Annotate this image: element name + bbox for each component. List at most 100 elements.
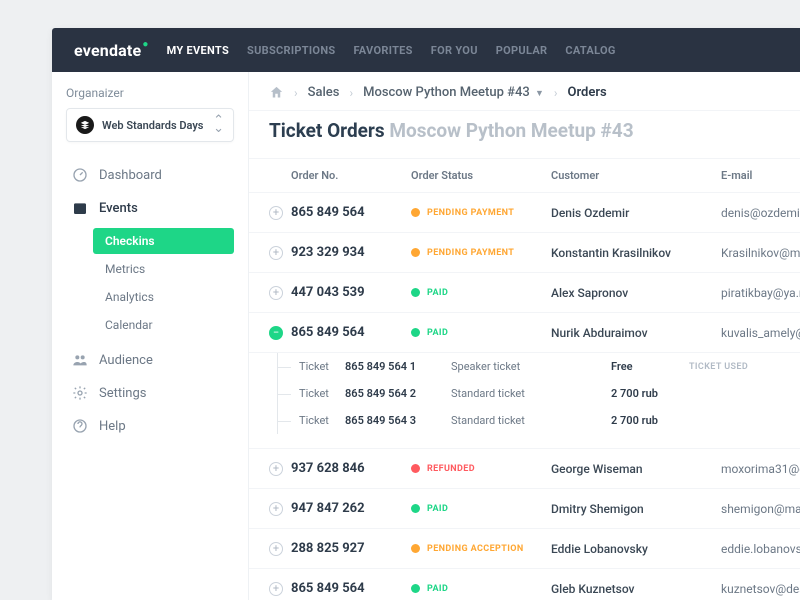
expand-toggle[interactable]: +	[269, 462, 283, 476]
submenu-item-checkins[interactable]: Checkins	[93, 228, 234, 254]
order-status: PENDING PAYMENT	[411, 248, 551, 258]
customer-name: Denis Ozdemir	[551, 206, 721, 220]
sidebar-item-events[interactable]: Events	[66, 193, 234, 223]
submenu-item-calendar[interactable]: Calendar	[93, 312, 234, 338]
status-dot-icon	[411, 584, 420, 593]
status-dot-icon	[411, 464, 420, 473]
order-number: 923 329 934	[291, 245, 411, 260]
ticket-label: Ticket	[299, 387, 345, 400]
expand-toggle[interactable]: +	[269, 542, 283, 556]
status-dot-icon	[411, 288, 420, 297]
submenu-item-analytics[interactable]: Analytics	[93, 284, 234, 310]
table-row[interactable]: +947 847 262PAIDDmitry Shemigonshemigon@…	[249, 489, 800, 529]
ticket-row[interactable]: Ticket865 849 564 2Standard ticket2 700 …	[269, 380, 780, 407]
status-dot-icon	[411, 328, 420, 337]
sidebar-item-settings[interactable]: Settings	[66, 378, 234, 408]
sidebar: Organaizer Web Standards Days ⌃⌄ Dashboa…	[52, 72, 248, 600]
table-row[interactable]: +865 849 564PENDING PAYMENTDenis Ozdemir…	[249, 193, 800, 233]
ticket-row[interactable]: Ticket865 849 564 1Speaker ticketFreeTIC…	[269, 353, 780, 380]
breadcrumb-event[interactable]: Moscow Python Meetup #43 ▼	[363, 85, 544, 100]
status-text: PAID	[427, 288, 448, 298]
expand-toggle[interactable]: +	[269, 286, 283, 300]
breadcrumb-current: Orders	[567, 85, 606, 100]
expand-toggle[interactable]: −	[269, 326, 283, 340]
customer-email: kuvalis_amely@mail.com	[721, 326, 800, 340]
order-status: PENDING ACCEPTION	[411, 544, 551, 554]
expand-toggle[interactable]: +	[269, 246, 283, 260]
org-icon	[76, 116, 94, 134]
status-dot-icon	[411, 504, 420, 513]
customer-email: piratikbay@ya.ru	[721, 286, 800, 300]
nav-link[interactable]: FOR YOU	[431, 44, 478, 57]
order-number: 865 849 564	[291, 325, 411, 340]
ticket-label: Ticket	[299, 414, 345, 427]
sidebar-label: Dashboard	[99, 168, 162, 183]
table-row[interactable]: +865 849 564PAIDGleb Kuznetsovkuznetsov@…	[249, 569, 800, 600]
ticket-id: 865 849 564 3	[345, 414, 451, 427]
customer-email: denis@ozdemir.com	[721, 206, 800, 220]
col-customer[interactable]: Customer	[551, 169, 721, 182]
customer-name: Konstantin Krasilnikov	[551, 246, 721, 260]
order-status: REFUNDED	[411, 464, 551, 474]
ticket-row[interactable]: Ticket865 849 564 3Standard ticket2 700 …	[269, 407, 780, 434]
expand-toggle[interactable]: +	[269, 502, 283, 516]
expand-toggle[interactable]: +	[269, 206, 283, 220]
ticket-type: Standard ticket	[451, 414, 611, 427]
order-number: 947 847 262	[291, 501, 411, 516]
table-row[interactable]: −865 849 564 PAID Nurik Abduraimovkuvalis_…	[249, 313, 800, 353]
order-number: 447 043 539	[291, 285, 411, 300]
table-row[interactable]: +923 329 934 PENDING PAYMENT Konstantin Kr…	[249, 233, 800, 273]
nav-link[interactable]: FAVORITES	[353, 44, 412, 57]
sidebar-label: Help	[99, 419, 126, 434]
col-email[interactable]: E-mail	[721, 169, 780, 182]
col-order-no[interactable]: Order No.	[291, 169, 411, 182]
status-dot-icon	[411, 208, 420, 217]
help-icon	[72, 418, 88, 434]
chevron-down-icon: ▼	[533, 89, 544, 99]
sidebar-label: Audience	[99, 353, 153, 368]
table-header: Order No. Order Status Customer E-mail	[249, 158, 800, 193]
order-number: 865 849 564	[291, 581, 411, 596]
ticket-used-badge: TICKET USED	[689, 362, 748, 372]
submenu-item-metrics[interactable]: Metrics	[93, 256, 234, 282]
customer-name: Nurik Abduraimov	[551, 326, 721, 340]
customer-name: George Wiseman	[551, 462, 721, 476]
table-row[interactable]: +447 043 539PAIDAlex Sapronovpiratikbay@…	[249, 273, 800, 313]
order-number: 865 849 564	[291, 205, 411, 220]
nav-link[interactable]: SUBSCRIPTIONS	[247, 44, 335, 57]
table-row[interactable]: +937 628 846REFUNDEDGeorge Wisemanmoxori…	[249, 449, 800, 489]
chevron-right-icon: ›	[554, 86, 558, 100]
nav-link[interactable]: POPULAR	[496, 44, 548, 57]
home-icon[interactable]	[269, 85, 284, 100]
chevron-right-icon: ›	[349, 86, 353, 100]
status-text: PAID	[427, 328, 448, 338]
order-status: PAID	[411, 584, 551, 594]
customer-name: Gleb Kuznetsov	[551, 582, 721, 596]
sidebar-label: Settings	[99, 386, 146, 401]
status-dot-icon	[411, 544, 420, 553]
chevron-right-icon: ›	[294, 86, 298, 100]
sidebar-item-help[interactable]: Help	[66, 411, 234, 441]
breadcrumb-sales[interactable]: Sales	[308, 85, 340, 100]
customer-email: eddie.lobanovsky@me.com	[721, 542, 800, 556]
title-strong: Ticket Orders	[269, 119, 385, 142]
org-selector[interactable]: Web Standards Days ⌃⌄	[66, 108, 234, 142]
sidebar-item-dashboard[interactable]: Dashboard	[66, 160, 234, 190]
customer-email: kuznetsov@design.ru	[721, 582, 800, 596]
sidebar-item-audience[interactable]: Audience	[66, 345, 234, 375]
sidebar-label: Events	[99, 201, 138, 216]
brand-text: evendate	[74, 41, 141, 60]
order-number: 937 628 846	[291, 461, 411, 476]
nav-link[interactable]: MY EVENTS	[167, 44, 229, 57]
brand-logo[interactable]: evendate●	[74, 41, 149, 60]
status-text: PENDING ACCEPTION	[427, 544, 524, 554]
status-text: PENDING PAYMENT	[427, 248, 514, 258]
breadcrumb: › Sales › Moscow Python Meetup #43 ▼ › O…	[249, 72, 800, 110]
col-order-status[interactable]: Order Status	[411, 169, 551, 182]
table-row[interactable]: +288 825 927PENDING ACCEPTIONEddie Loban…	[249, 529, 800, 569]
nav-link[interactable]: CATALOG	[565, 44, 615, 57]
order-status: PAID	[411, 328, 551, 338]
expand-toggle[interactable]: +	[269, 582, 283, 596]
customer-email: Krasilnikov@mail.ru	[721, 246, 800, 260]
orders-table[interactable]: +865 849 564 PENDING PAYMENT Denis Ozdemir…	[249, 193, 800, 600]
